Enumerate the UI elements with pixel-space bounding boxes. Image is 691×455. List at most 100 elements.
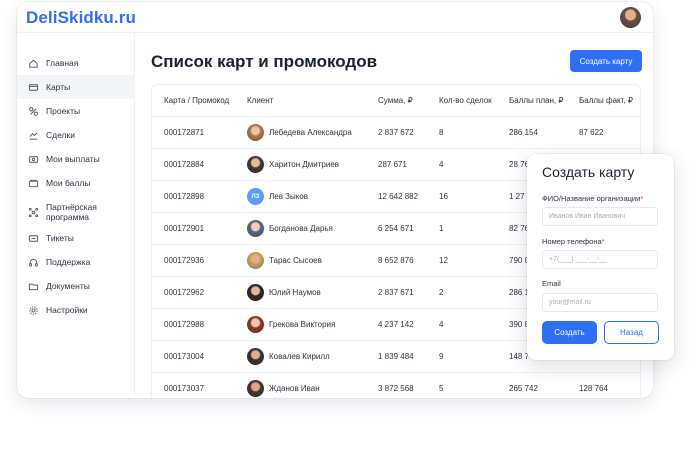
email-field-label: Email [542,279,561,288]
cell-deals: 4 [439,320,444,329]
cell-sum: 4 237 142 [378,320,414,329]
sidebar-item-label: Проекты [46,106,81,116]
required-mark: * [640,194,644,203]
home-icon [27,57,40,70]
sidebar: Главная Карты Проекты Сделки Мои выплаты Мои … [17,33,135,398]
cell-card: 000173004 [164,352,205,361]
deals-icon [27,129,40,142]
cell-client: Лев Зыков [269,192,309,201]
cell-deals: 1 [439,224,444,233]
cell-card: 000172962 [164,288,205,297]
modal-title: Создать карту [542,164,635,180]
phone-field-label: Номер телефона* [542,237,605,246]
sidebar-item-label: Мои выплаты [46,154,100,164]
phone-field[interactable] [542,250,658,269]
top-bar: DeliSkidku.ru [17,2,653,33]
sidebar-item-label: Поддержка [46,257,91,267]
cell-deals: 9 [439,352,444,361]
cell-sum: 2 837 671 [378,288,414,297]
client-avatar [247,220,264,237]
cell-points-plan: 148 7 [509,352,530,361]
logo[interactable]: DeliSkidku.ru [26,8,136,28]
name-field[interactable] [542,207,658,226]
folder-icon [27,280,40,293]
cell-deals: 5 [439,384,444,393]
cell-points-fact: 128 764 [579,384,608,393]
sidebar-item-home[interactable]: Главная [17,51,135,75]
cell-card: 000173037 [164,384,205,393]
cell-card: 000172884 [164,160,205,169]
cell-client: Юлий Наумов [269,288,321,297]
cell-deals: 2 [439,288,444,297]
partner-icon [27,206,40,219]
name-field-label: ФИО/Название организации* [542,194,643,203]
table-row[interactable]: 000172871 Лебедева Александра 2 837 672 8 28… [152,117,640,149]
cell-card: 000172898 [164,192,205,201]
sidebar-item-label: Документы [46,281,90,291]
sidebar-item-points[interactable]: Мои баллы [17,171,135,195]
gear-icon [27,304,40,317]
cell-card: 000172901 [164,224,205,233]
cell-points-plan: 286 154 [509,128,538,137]
sidebar-item-folder[interactable]: Документы [17,274,135,298]
column-header-points-fact[interactable]: Баллы факт, ₽ [579,96,633,105]
column-header-client[interactable]: Клиент [247,96,273,105]
cell-sum: 8 652 876 [378,256,414,265]
sidebar-item-headset[interactable]: Поддержка [17,250,135,274]
cell-deals: 16 [439,192,448,201]
table-row[interactable]: 000173037 Жданов Иван 3 872 568 5 265 742 128… [152,373,640,398]
create-card-modal: Создать карту ФИО/Название организации* … [527,154,674,360]
client-avatar [247,124,264,141]
sidebar-item-gear[interactable]: Настройки [17,298,135,322]
column-header-points-plan[interactable]: Баллы план, ₽ [509,96,563,105]
cell-client: Жданов Иван [269,384,320,393]
cell-points-fact: 87 622 [579,128,604,137]
back-button[interactable]: Назад [604,321,659,344]
sidebar-item-partner[interactable]: Партнёрская программа [17,198,135,226]
sidebar-item-label: Сделки [46,130,75,140]
cell-sum: 3 872 568 [378,384,414,393]
sidebar-item-payouts[interactable]: Мои выплаты [17,147,135,171]
sidebar-item-deals[interactable]: Сделки [17,123,135,147]
cell-deals: 4 [439,160,444,169]
card-icon [27,81,40,94]
table-header: Карта / Промокод Клиент Сумма, ₽ Кол-во … [152,85,640,117]
cell-client: Лебедева Александра [269,128,352,137]
column-header-deals[interactable]: Кол-во сделок [439,96,492,105]
required-mark: * [601,237,605,246]
points-icon [27,177,40,190]
client-avatar [247,380,264,397]
client-avatar [247,156,264,173]
sidebar-item-label: Карты [46,82,71,92]
cell-card: 000172871 [164,128,205,137]
sidebar-item-card[interactable]: Карты [17,75,135,99]
submit-button[interactable]: Создать [542,321,597,344]
sidebar-item-ticket[interactable]: Тикеты [17,226,135,250]
column-header-card[interactable]: Карта / Промокод [164,96,229,105]
page-title: Список карт и промокодов [151,52,378,71]
client-avatar [247,284,264,301]
client-avatar [247,316,264,333]
cell-points-plan: 1 27 [509,192,525,201]
cell-client: Грекова Виктория [269,320,336,329]
user-avatar[interactable] [620,7,641,28]
email-field[interactable] [542,293,658,312]
cell-card: 000172936 [164,256,205,265]
client-avatar [247,348,264,365]
projects-icon [27,105,40,118]
name-label-text: ФИО/Название организации [542,194,641,203]
cell-points-plan: 265 742 [509,384,538,393]
headset-icon [27,256,40,269]
cell-sum: 1 839 484 [378,352,414,361]
cell-deals: 12 [439,256,448,265]
sidebar-item-label: Главная [46,58,79,68]
cell-sum: 6 254 671 [378,224,414,233]
sidebar-item-projects[interactable]: Проекты [17,99,135,123]
column-header-sum[interactable]: Сумма, ₽ [378,96,413,105]
sidebar-item-label: Партнёрская программа [46,202,97,222]
sidebar-item-label: Тикеты [46,233,74,243]
create-card-button[interactable]: Создать карту [570,50,642,72]
sidebar-item-label: Мои баллы [46,178,91,188]
client-avatar: ЛЗ [247,188,264,205]
cell-card: 000172988 [164,320,205,329]
